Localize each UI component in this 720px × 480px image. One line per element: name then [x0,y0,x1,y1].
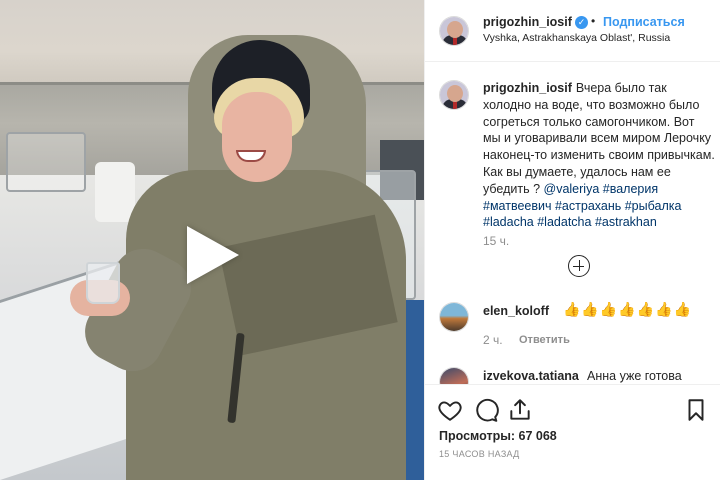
play-icon[interactable] [187,226,239,284]
heart-icon[interactable] [437,397,463,423]
caption-avatar[interactable] [439,80,469,110]
caption-timestamp: 15 ч. [483,234,510,248]
hashtag-link[interactable]: #ladacha [483,215,534,229]
separator-dot: • [591,14,596,28]
reply-button[interactable]: Ответить [519,334,570,346]
mention-link[interactable]: @valeriya [544,182,600,196]
hashtag-link[interactable]: #астрахань [555,199,621,213]
comment-text: 👍👍👍👍👍👍👍 [563,301,693,317]
caption-username[interactable]: prigozhin_iosif [483,81,572,95]
comment-username[interactable]: elen_koloff [483,304,549,318]
verified-badge-icon: ✓ [575,16,588,29]
add-circle-icon[interactable] [568,255,590,277]
share-icon[interactable] [507,397,533,423]
caption-text: Вчера было так холодно на воде, что возм… [483,81,715,196]
hashtag-link[interactable]: #astrakhan [595,215,657,229]
author-username[interactable]: prigozhin_iosif [483,15,572,29]
action-bar: Просмотры: 67 068 15 ЧАСОВ НАЗАД [425,384,720,480]
views-count: Просмотры: 67 068 [439,429,557,443]
comment-timestamp: 2 ч. [483,333,503,347]
post-sidebar: prigozhin_iosif ✓ • Подписаться Vyshka, … [424,0,720,480]
hashtag-link[interactable]: #валерия [603,182,658,196]
hashtag-link[interactable]: #ladatcha [537,215,591,229]
boat-seat [95,162,135,222]
comment-username[interactable]: izvekova.tatiana [483,369,579,383]
comment-icon[interactable] [473,397,499,423]
post-caption: prigozhin_iosif Вчера было так холодно на… [483,80,715,231]
face [222,92,292,182]
views-value: 67 068 [518,429,557,443]
hashtag-link[interactable]: #рыбалка [625,199,682,213]
bookmark-icon[interactable] [683,397,709,423]
post-header: prigozhin_iosif ✓ • Подписаться Vyshka, … [425,0,720,62]
avatar[interactable] [439,16,469,46]
views-label: Просмотры: [439,429,516,443]
boat-windshield-left [6,132,86,192]
location-link[interactable]: Vyshka, Astrakhanskaya Oblast', Russia [483,32,670,44]
post-video[interactable] [0,0,424,480]
comment-text: Анна уже готова [587,369,682,383]
hashtag-link[interactable]: #матвеевич [483,199,552,213]
commenter-avatar[interactable] [439,302,469,332]
post-timestamp: 15 ЧАСОВ НАЗАД [439,449,520,459]
follow-button[interactable]: Подписаться [603,15,685,29]
shot-glass [86,262,120,304]
